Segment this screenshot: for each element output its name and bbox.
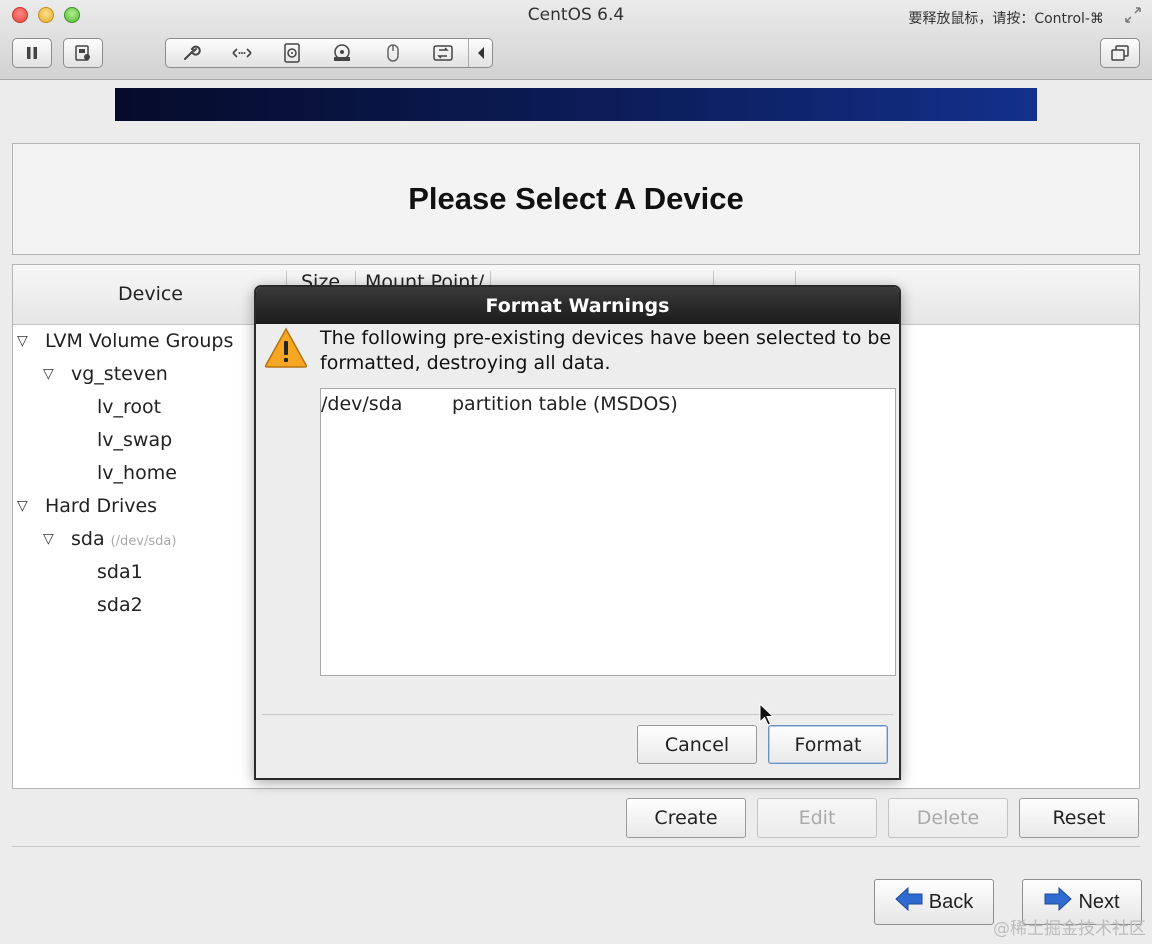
page-heading-box: Please Select A Device [12,143,1140,255]
tree-item-sda2[interactable]: sda2 [97,592,143,618]
tree-item-lv-home[interactable]: lv_home [97,460,177,486]
format-warnings-dialog: Format Warnings The following pre-existi… [254,285,901,780]
cancel-button[interactable]: Cancel [637,725,757,764]
network-icon [231,46,253,60]
arrow-right-icon [1044,886,1073,917]
expander-triangle-icon[interactable]: ▽ [17,328,28,354]
watermark: @稀土掘金技术社区 [993,919,1146,939]
vm-toolbar-group [165,38,493,68]
settings-button[interactable] [166,39,216,67]
share-icon [432,44,454,62]
tree-item-lv-swap[interactable]: lv_swap [97,427,172,453]
dialog-divider [262,714,893,715]
dialog-title: Format Warnings [256,287,899,324]
edit-button: Edit [757,798,877,838]
mouse-icon [386,43,400,63]
hdd-icon [332,43,352,63]
hdd-button[interactable] [317,39,367,67]
toolbar-collapse-button[interactable] [468,39,492,67]
warning-icon [264,327,308,369]
tree-item-sda1[interactable]: sda1 [97,559,143,585]
device-path: (/dev/sda) [110,534,177,549]
reset-button[interactable]: Reset [1019,798,1139,838]
delete-button: Delete [888,798,1008,838]
network-button[interactable] [216,39,266,67]
arrow-left-icon [895,886,923,917]
shared-folders-button[interactable] [418,39,468,67]
wrench-icon [181,43,201,63]
release-mouse-hint: 要释放鼠标，请按：Control-⌘ [908,11,1104,27]
fullscreen-button[interactable] [1100,38,1140,68]
usb-mouse-button[interactable] [367,39,417,67]
back-button[interactable]: Back [874,879,994,925]
tree-item-sda[interactable]: ▽ sda (/dev/sda) [43,526,177,552]
tree-item-hard-drives[interactable]: ▽ Hard Drives [17,493,157,519]
expander-triangle-icon[interactable]: ▽ [43,526,54,552]
pause-icon [24,45,40,61]
page-title: Please Select A Device [408,181,744,216]
tree-item-lvm-volume-groups[interactable]: ▽ LVM Volume Groups [17,328,233,354]
tree-item-vg-steven[interactable]: ▽ vg_steven [43,361,168,387]
create-button[interactable]: Create [626,798,746,838]
mouse-cursor-icon [759,702,775,727]
expander-triangle-icon[interactable]: ▽ [43,361,54,387]
chevron-left-icon [477,47,485,59]
snapshot-icon [74,44,92,62]
expander-triangle-icon[interactable]: ▽ [17,493,28,519]
expand-arrows-icon[interactable] [1124,6,1142,24]
format-button[interactable]: Format [768,725,888,764]
tree-item-lv-root[interactable]: lv_root [97,394,161,420]
cd-icon [283,43,301,63]
device-name: /dev/sda [321,393,403,415]
formatted-devices-list: /dev/sda partition table (MSDOS) [320,388,896,676]
device-description: partition table (MSDOS) [452,393,678,415]
snapshot-button[interactable] [63,38,103,68]
fullscreen-icon [1111,45,1129,61]
cd-button[interactable] [267,39,317,67]
dialog-message: The following pre-existing devices have … [320,327,892,374]
installer-banner [115,88,1037,121]
pause-button[interactable] [12,38,52,68]
section-divider [12,846,1140,847]
window-titlebar: CentOS 6.4 要释放鼠标，请按：Control-⌘ [0,0,1152,80]
